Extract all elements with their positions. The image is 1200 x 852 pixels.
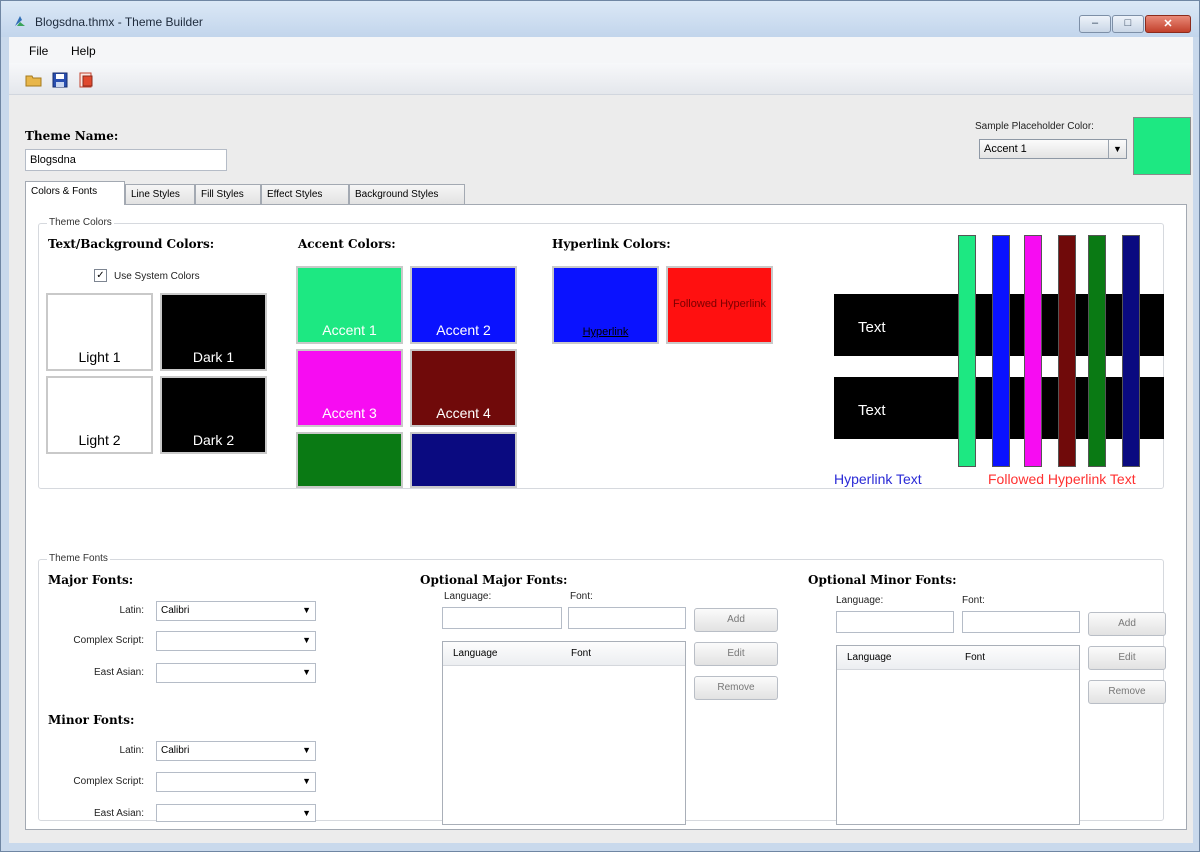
export-icon[interactable] [77, 71, 95, 89]
optional-major-language-label: Language: [444, 591, 492, 602]
major-east-asian-select[interactable]: ▼ [156, 663, 316, 683]
major-complex-select[interactable]: ▼ [156, 631, 316, 651]
list-header: Language Font [443, 642, 685, 666]
menu-bar: File Help [9, 37, 1193, 63]
optional-minor-heading: Optional Minor Fonts: [808, 573, 957, 587]
followed-hyperlink-color-button[interactable]: Followed Hyperlink [666, 266, 773, 344]
chevron-down-icon: ▼ [302, 776, 311, 786]
tab-line-styles[interactable]: Line Styles [125, 184, 195, 204]
column-font[interactable]: Font [571, 648, 591, 659]
optional-minor-remove-button[interactable]: Remove [1088, 680, 1166, 704]
theme-name-input[interactable] [25, 149, 227, 171]
major-latin-select[interactable]: Calibri ▼ [156, 601, 316, 621]
theme-fonts-legend: Theme Fonts [47, 553, 110, 564]
accent-5-color-button[interactable] [296, 432, 403, 488]
tab-fill-styles[interactable]: Fill Styles [195, 184, 261, 204]
column-font[interactable]: Font [965, 652, 985, 663]
accent-3-color-button[interactable]: Accent 3 [296, 349, 403, 427]
placeholder-color-select[interactable]: Accent 1 ▼ [979, 139, 1127, 159]
window-title: Blogsdna.thmx - Theme Builder [35, 15, 203, 29]
maximize-button[interactable]: □ [1112, 15, 1144, 33]
chevron-down-icon: ▼ [1108, 140, 1126, 158]
preview-stripe [1024, 235, 1042, 467]
optional-minor-font-input[interactable] [962, 611, 1080, 633]
hyperlink-color-button[interactable]: Hyperlink [552, 266, 659, 344]
optional-minor-add-button[interactable]: Add [1088, 612, 1166, 636]
tab-effect-styles[interactable]: Effect Styles [261, 184, 349, 204]
optional-major-remove-button[interactable]: Remove [694, 676, 778, 700]
tab-background-styles[interactable]: Background Styles [349, 184, 465, 204]
chevron-down-icon: ▼ [302, 745, 311, 755]
open-folder-icon[interactable] [25, 71, 43, 89]
accent-4-color-button[interactable]: Accent 4 [410, 349, 517, 427]
minor-latin-label: Latin: [119, 745, 144, 756]
app-icon [15, 16, 25, 26]
hyperlink-colors-heading: Hyperlink Colors: [552, 237, 671, 251]
optional-minor-language-input[interactable] [836, 611, 954, 633]
preview-text-1: Text [858, 319, 886, 336]
preview-stripe [992, 235, 1010, 467]
optional-major-edit-button[interactable]: Edit [694, 642, 778, 666]
minimize-button[interactable]: – [1079, 15, 1111, 33]
accent-1-color-button[interactable]: Accent 1 [296, 266, 403, 344]
minor-east-asian-label: East Asian: [93, 808, 144, 819]
major-east-asian-label: East Asian: [93, 667, 144, 678]
preview-stripe [1122, 235, 1140, 467]
minor-fonts-heading: Minor Fonts: [48, 713, 135, 727]
minor-complex-select[interactable]: ▼ [156, 772, 316, 792]
preview-hyperlink-text: Hyperlink Text [834, 471, 922, 487]
tab-colors-fonts[interactable]: Colors & Fonts [25, 181, 125, 205]
preview-text-2: Text [858, 402, 886, 419]
accent-6-color-button[interactable] [410, 432, 517, 488]
optional-major-language-input[interactable] [442, 607, 562, 629]
preview-stripe [958, 235, 976, 467]
preview-stripe [1088, 235, 1106, 467]
preview-followed-hyperlink-text: Followed Hyperlink Text [988, 471, 1136, 487]
use-system-colors-label: Use System Colors [114, 271, 200, 282]
optional-minor-language-label: Language: [836, 595, 884, 606]
optional-major-font-label: Font: [570, 591, 593, 602]
theme-colors-legend: Theme Colors [47, 217, 114, 228]
placeholder-color-swatch [1133, 117, 1191, 175]
chevron-down-icon: ▼ [302, 667, 311, 677]
light-1-color-button[interactable]: Light 1 [46, 293, 153, 371]
accent-2-color-button[interactable]: Accent 2 [410, 266, 517, 344]
optional-minor-edit-button[interactable]: Edit [1088, 646, 1166, 670]
text-background-heading: Text/Background Colors: [48, 237, 215, 251]
major-latin-label: Latin: [119, 605, 144, 616]
major-fonts-heading: Major Fonts: [48, 573, 134, 587]
placeholder-color-label: Sample Placeholder Color: [975, 121, 1094, 132]
light-2-color-button[interactable]: Light 2 [46, 376, 153, 454]
toolbar [9, 63, 1193, 95]
optional-minor-font-list[interactable]: Language Font [836, 645, 1080, 825]
save-icon[interactable] [51, 71, 69, 89]
theme-name-label: Theme Name: [25, 129, 119, 143]
optional-major-font-list[interactable]: Language Font [442, 641, 686, 825]
optional-major-add-button[interactable]: Add [694, 608, 778, 632]
dark-2-color-button[interactable]: Dark 2 [160, 376, 267, 454]
accent-colors-heading: Accent Colors: [298, 237, 396, 251]
colors-fonts-panel: Theme Colors Text/Background Colors: ✓ U… [25, 204, 1187, 830]
chevron-down-icon: ▼ [302, 605, 311, 615]
major-complex-label: Complex Script: [73, 635, 144, 646]
dark-1-color-button[interactable]: Dark 1 [160, 293, 267, 371]
optional-minor-font-label: Font: [962, 595, 985, 606]
column-language[interactable]: Language [453, 648, 498, 659]
minor-latin-select[interactable]: Calibri ▼ [156, 741, 316, 761]
menu-file[interactable]: File [29, 44, 48, 58]
app-window: Blogsdna.thmx - Theme Builder – □ ✕ File… [0, 0, 1200, 852]
title-bar: Blogsdna.thmx - Theme Builder – □ ✕ [1, 1, 1199, 37]
use-system-colors-checkbox[interactable]: ✓ [94, 269, 107, 282]
close-button[interactable]: ✕ [1145, 15, 1191, 33]
menu-help[interactable]: Help [71, 44, 96, 58]
chevron-down-icon: ▼ [302, 808, 311, 818]
list-header: Language Font [837, 646, 1079, 670]
column-language[interactable]: Language [847, 652, 892, 663]
optional-major-font-input[interactable] [568, 607, 686, 629]
minor-complex-label: Complex Script: [73, 776, 144, 787]
preview-stripe [1058, 235, 1076, 467]
optional-major-heading: Optional Major Fonts: [420, 573, 568, 587]
minor-east-asian-select[interactable]: ▼ [156, 804, 316, 822]
chevron-down-icon: ▼ [302, 635, 311, 645]
